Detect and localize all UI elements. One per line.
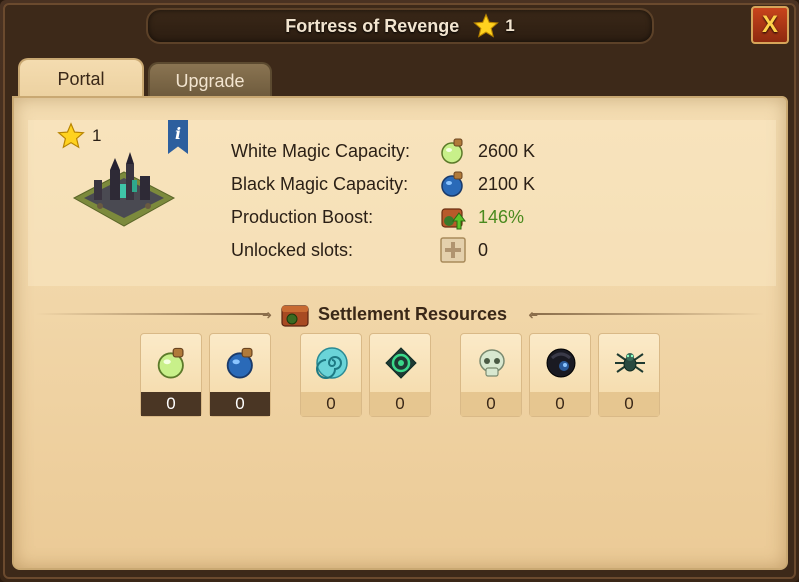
- building-level: 1: [92, 126, 102, 145]
- stat-label: Production Boost:: [231, 206, 374, 227]
- resource-slot[interactable]: 0: [529, 333, 591, 417]
- white-magic-potion-icon: [157, 347, 184, 379]
- stat-value: 2600 K: [478, 140, 536, 161]
- green-rune-icon: [385, 347, 417, 379]
- divider-arrow-icon: ➜: [262, 308, 273, 322]
- stat-value: 146%: [478, 206, 525, 227]
- spider-icon: [615, 353, 645, 373]
- resource-chest-icon: [281, 305, 309, 327]
- resource-slot[interactable]: 0: [300, 333, 362, 417]
- stat-label: White Magic Capacity:: [231, 140, 411, 161]
- black-magic-potion-icon: [441, 171, 463, 197]
- stat-value: 2100 K: [478, 173, 536, 194]
- resource-slot[interactable]: 0: [140, 333, 202, 417]
- resource-slot[interactable]: 0: [460, 333, 522, 417]
- black-magic-potion-icon: [226, 347, 253, 379]
- resource-amount: 0: [141, 392, 201, 416]
- swirl-orb-icon: [316, 347, 348, 379]
- resource-slot[interactable]: 0: [209, 333, 271, 417]
- resource-amount: 0: [210, 392, 270, 416]
- resource-amount: 0: [461, 392, 521, 416]
- settlement-resources-title: Settlement Resources: [318, 303, 508, 324]
- divider-left: [36, 313, 268, 315]
- stat-label: Black Magic Capacity:: [231, 173, 409, 194]
- resource-amount: 0: [370, 392, 430, 416]
- stat-black-magic: Black Magic Capacity: 2100 K: [231, 171, 535, 197]
- tab-portal[interactable]: Portal: [18, 58, 144, 98]
- window-level: 1: [505, 16, 515, 35]
- resource-amount: 0: [599, 392, 659, 416]
- slot-plus-icon: [440, 237, 466, 263]
- window-title: Fortress of Revenge: [285, 15, 460, 36]
- dark-orb-icon: [546, 348, 576, 378]
- resource-amount: 0: [530, 392, 590, 416]
- tab-upgrade[interactable]: Upgrade: [148, 62, 272, 98]
- divider-right: [532, 313, 764, 315]
- stat-value: 0: [478, 239, 489, 260]
- fortress-building-icon: [72, 152, 176, 227]
- stat-label: Unlocked slots:: [231, 239, 354, 260]
- divider-arrow-icon: ➜: [528, 308, 539, 322]
- white-magic-potion-icon: [441, 138, 463, 164]
- resource-slot[interactable]: 0: [598, 333, 660, 417]
- resource-amount: 0: [301, 392, 361, 416]
- resource-slot[interactable]: 0: [369, 333, 431, 417]
- star-icon: [57, 122, 85, 149]
- title-bar: Fortress of Revenge 1: [146, 8, 654, 44]
- skull-icon: [479, 349, 505, 377]
- stat-white-magic: White Magic Capacity: 2600 K: [231, 138, 535, 164]
- settlement-resources-header: Settlement Resources: [280, 300, 507, 328]
- production-boost-icon: [441, 208, 466, 230]
- stat-production-boost: Production Boost: 146%: [231, 204, 524, 230]
- star-icon: [473, 13, 500, 38]
- close-button[interactable]: X: [751, 6, 789, 44]
- stat-unlocked-slots: Unlocked slots: 0: [231, 237, 488, 263]
